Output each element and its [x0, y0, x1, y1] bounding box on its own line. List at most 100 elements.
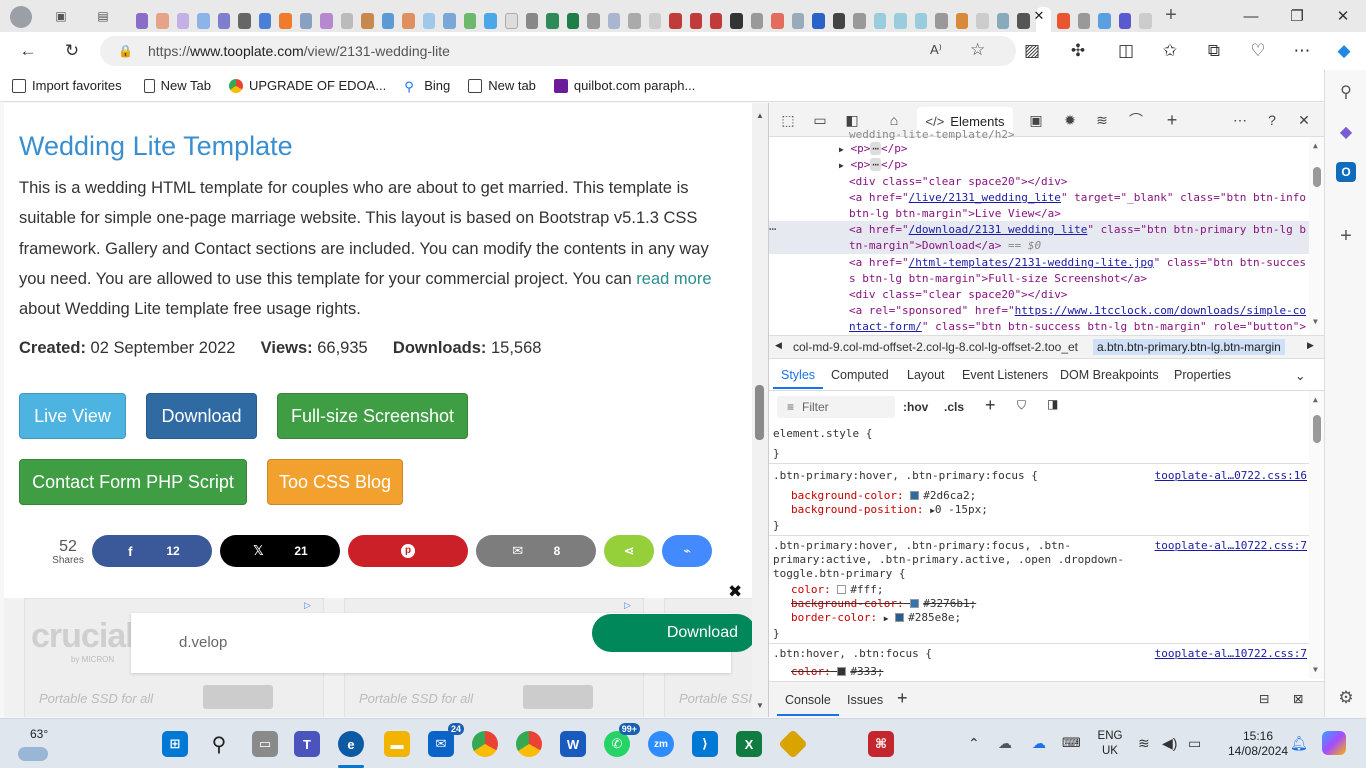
tab-favicon-icon[interactable]	[1057, 13, 1070, 29]
copilot-sidebar-icon[interactable]: ◆	[1336, 122, 1356, 142]
styles-scroll-thumb[interactable]	[1313, 415, 1321, 443]
battery-icon[interactable]: ▭	[1188, 735, 1201, 752]
tab-favicon-icon[interactable]	[832, 13, 846, 29]
expand-icon[interactable]: ▶	[839, 145, 844, 154]
tab-favicon-icon[interactable]	[504, 13, 518, 29]
address-bar[interactable]: 🔒 https://www.tooplate.com/view/2131-wed…	[100, 36, 1016, 66]
css-property[interactable]: border-color:	[791, 611, 877, 624]
color-swatch[interactable]	[895, 613, 905, 622]
tab-issues[interactable]: Issues	[847, 693, 883, 707]
profile-avatar-icon[interactable]	[10, 6, 32, 28]
tab-favicon-icon[interactable]	[258, 13, 272, 29]
hov-toggle[interactable]: :hov	[903, 400, 928, 414]
tab-favicon-icon[interactable]	[710, 13, 723, 29]
whatsapp-icon[interactable]: ✆ 99+	[604, 723, 640, 757]
refresh-icon[interactable]: ↻	[60, 40, 84, 62]
dom-line[interactable]: btn-lg btn-margin">Live View</a>	[849, 206, 1061, 222]
color-swatch[interactable]	[837, 585, 847, 594]
dom-line[interactable]: <a href="/live/2131_wedding_lite" target…	[849, 190, 1306, 206]
tab-favicon-icon[interactable]	[648, 13, 662, 29]
tab-favicon-icon[interactable]	[176, 13, 190, 29]
tab-computed[interactable]: Computed	[831, 368, 889, 382]
chevron-down-icon[interactable]: ⌄	[1295, 368, 1305, 383]
tab-favicon-icon[interactable]	[1098, 13, 1111, 29]
email-share-button[interactable]: ✉ 8	[476, 535, 596, 567]
outlook-icon[interactable]: O	[1336, 162, 1356, 182]
rule-source-link[interactable]: tooplate-al…10722.css:7	[1155, 647, 1307, 660]
tab-dom-breakpoints[interactable]: DOM Breakpoints	[1060, 368, 1159, 382]
tab-favicon-icon[interactable]	[402, 13, 415, 29]
tab-favicon-icon[interactable]	[607, 13, 621, 29]
contact-form-button[interactable]: Contact Form PHP Script	[19, 459, 247, 505]
tab-favicon-icon[interactable]	[730, 13, 743, 29]
devtools-more-icon[interactable]: ⋯	[1231, 111, 1249, 129]
tab-favicon-icon[interactable]	[197, 13, 210, 29]
tab-favicon-icon[interactable]	[750, 13, 764, 29]
tab-favicon-icon[interactable]	[361, 13, 374, 29]
copilot-taskbar-icon[interactable]	[1322, 731, 1346, 755]
notification-bell-icon[interactable]: 🔔︎	[1290, 735, 1308, 752]
tab-favicon-icon[interactable]	[1118, 13, 1132, 29]
vscode-icon[interactable]: ⟩	[692, 731, 718, 757]
css-value[interactable]: #3276b1;	[923, 597, 976, 610]
adchoices-icon[interactable]: ▷	[304, 600, 314, 610]
tab-favicon-icon[interactable]	[791, 13, 805, 29]
browser-essentials-icon[interactable]: ♡	[1246, 40, 1270, 62]
sidebar-settings-icon[interactable]: ⚙	[1336, 688, 1356, 708]
css-blog-button[interactable]: Too CSS Blog	[267, 459, 403, 505]
facebook-share-button[interactable]: f 12	[92, 535, 212, 567]
pinterest-share-button[interactable]: p	[348, 535, 468, 567]
tab-favicon-icon[interactable]	[484, 13, 497, 29]
close-window-icon[interactable]: ✕	[1320, 0, 1366, 32]
more-tools-icon[interactable]: +	[1163, 110, 1181, 130]
search-icon[interactable]: ⚲	[1336, 82, 1356, 102]
close-drawer-icon[interactable]: ⊠	[1293, 691, 1303, 706]
dom-scrollbar[interactable]: ▲ ▼	[1309, 137, 1324, 335]
breadcrumb-right-icon[interactable]: ▶	[1307, 340, 1314, 351]
excel-icon[interactable]: X	[736, 731, 762, 757]
download-button[interactable]: Download	[146, 393, 257, 439]
tab-favicon-icon[interactable]	[279, 13, 292, 29]
mail-icon[interactable]: ✉ 24	[428, 723, 464, 757]
tab-properties[interactable]: Properties	[1174, 368, 1231, 382]
filter-input[interactable]: ≡ Filter	[777, 396, 895, 418]
rule-source-link[interactable]: tooplate-al…0722.css:16	[1155, 469, 1307, 482]
dom-link[interactable]: https://www.1tcclock.com/downloads/simpl…	[1015, 304, 1306, 317]
tab-favicon-icon[interactable]	[422, 13, 436, 29]
dock-drawer-icon[interactable]: ⊟	[1259, 691, 1269, 706]
favorite-item[interactable]: Import favorites	[12, 78, 122, 93]
css-value[interactable]: #285e8e;	[908, 611, 961, 624]
add-sidebar-app-icon[interactable]: +	[1336, 225, 1356, 247]
scroll-up-icon[interactable]: ▲	[1313, 395, 1318, 404]
page-scrollbar[interactable]: ▲ ▼	[752, 103, 768, 717]
dom-link[interactable]: /live/2131_wedding_lite	[909, 191, 1061, 204]
dom-line[interactable]: tn-margin">Download</a> == $0	[849, 238, 1041, 254]
task-view-icon[interactable]: ▭	[252, 731, 278, 757]
read-more-link[interactable]: read more	[636, 270, 711, 288]
tab-favicon-icon[interactable]	[156, 13, 169, 29]
tab-favicon-icon[interactable]	[381, 13, 395, 29]
tab-favicon-icon[interactable]	[1077, 13, 1091, 29]
tab-favicon-icon[interactable]	[566, 13, 580, 29]
tab-console[interactable]: Console	[785, 693, 831, 707]
tab-favicon-icon[interactable]	[853, 13, 866, 29]
x-share-button[interactable]: 𝕏 21	[220, 535, 340, 567]
css-value[interactable]: #2d6ca2;	[923, 489, 976, 502]
scroll-up-icon[interactable]: ▲	[1313, 141, 1318, 150]
color-swatch[interactable]	[910, 491, 920, 500]
breadcrumb-item[interactable]: col-md-9.col-md-offset-2.col-lg-8.col-lg…	[793, 340, 1078, 354]
scroll-down-icon[interactable]: ▼	[1313, 317, 1318, 326]
search-icon[interactable]: ⚲	[206, 731, 232, 757]
dom-line[interactable]: <a href="/html-templates/2131-wedding-li…	[849, 255, 1306, 271]
tab-favicon-icon[interactable]	[546, 13, 559, 29]
tab-favicon-icon[interactable]	[689, 13, 702, 29]
tab-favicon-icon[interactable]	[1017, 13, 1030, 29]
favorite-star-icon[interactable]: ☆	[970, 40, 985, 60]
tab-favicon-icon[interactable]	[894, 13, 907, 29]
dom-line[interactable]: ▶ <p> ⋯ </p>	[839, 141, 907, 158]
css-value[interactable]: #333;	[850, 665, 883, 678]
read-aloud-icon[interactable]: A⁾	[930, 42, 942, 58]
new-rule-icon[interactable]: +	[985, 395, 996, 416]
css-property[interactable]: background-position:	[791, 503, 923, 516]
workspaces-icon[interactable]: ▣	[52, 7, 70, 25]
